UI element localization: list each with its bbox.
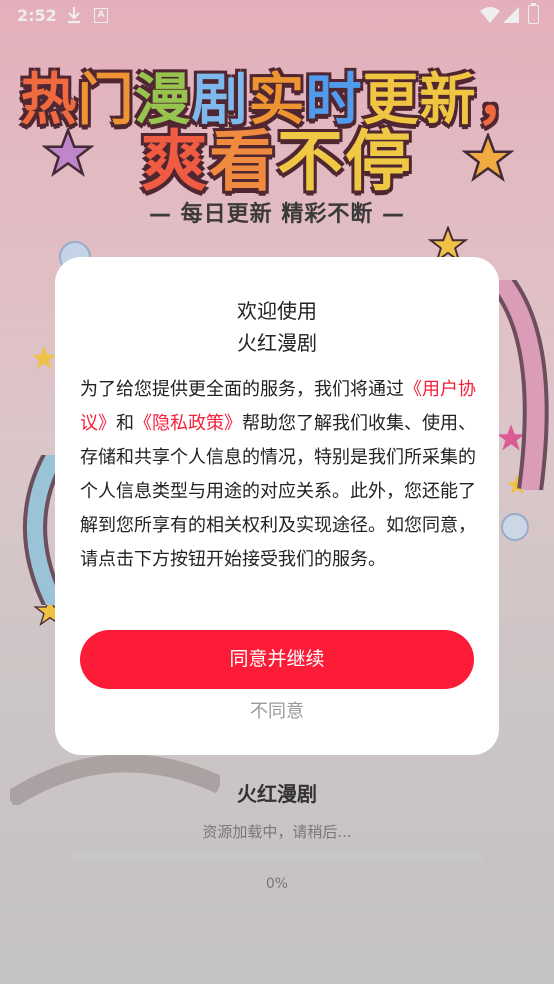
privacy-policy-link[interactable]: 《隐私政策》 xyxy=(134,413,242,434)
dialog-title-line1: 欢迎使用 xyxy=(237,299,317,323)
privacy-dialog: 欢迎使用 火红漫剧 为了给您提供更全面的服务，我们将通过《用户协议》和《隐私政策… xyxy=(55,257,499,755)
dialog-body-text: 为了给您提供更全面的服务，我们将通过《用户协议》和《隐私政策》帮助您了解我们收集… xyxy=(80,379,476,570)
dialog-title-app-name: 火红漫剧 xyxy=(237,331,317,355)
loading-message: 资源加载中，请稍后... xyxy=(202,823,352,841)
agree-continue-button[interactable]: 同意并继续 xyxy=(80,630,474,689)
app-name: 火红漫剧 xyxy=(237,782,317,806)
dialog-title: 欢迎使用 火红漫剧 xyxy=(55,295,499,359)
loading-progress-bar xyxy=(70,851,484,861)
disagree-button[interactable]: 不同意 xyxy=(55,697,499,723)
loading-progress-label: 0% xyxy=(265,876,289,892)
